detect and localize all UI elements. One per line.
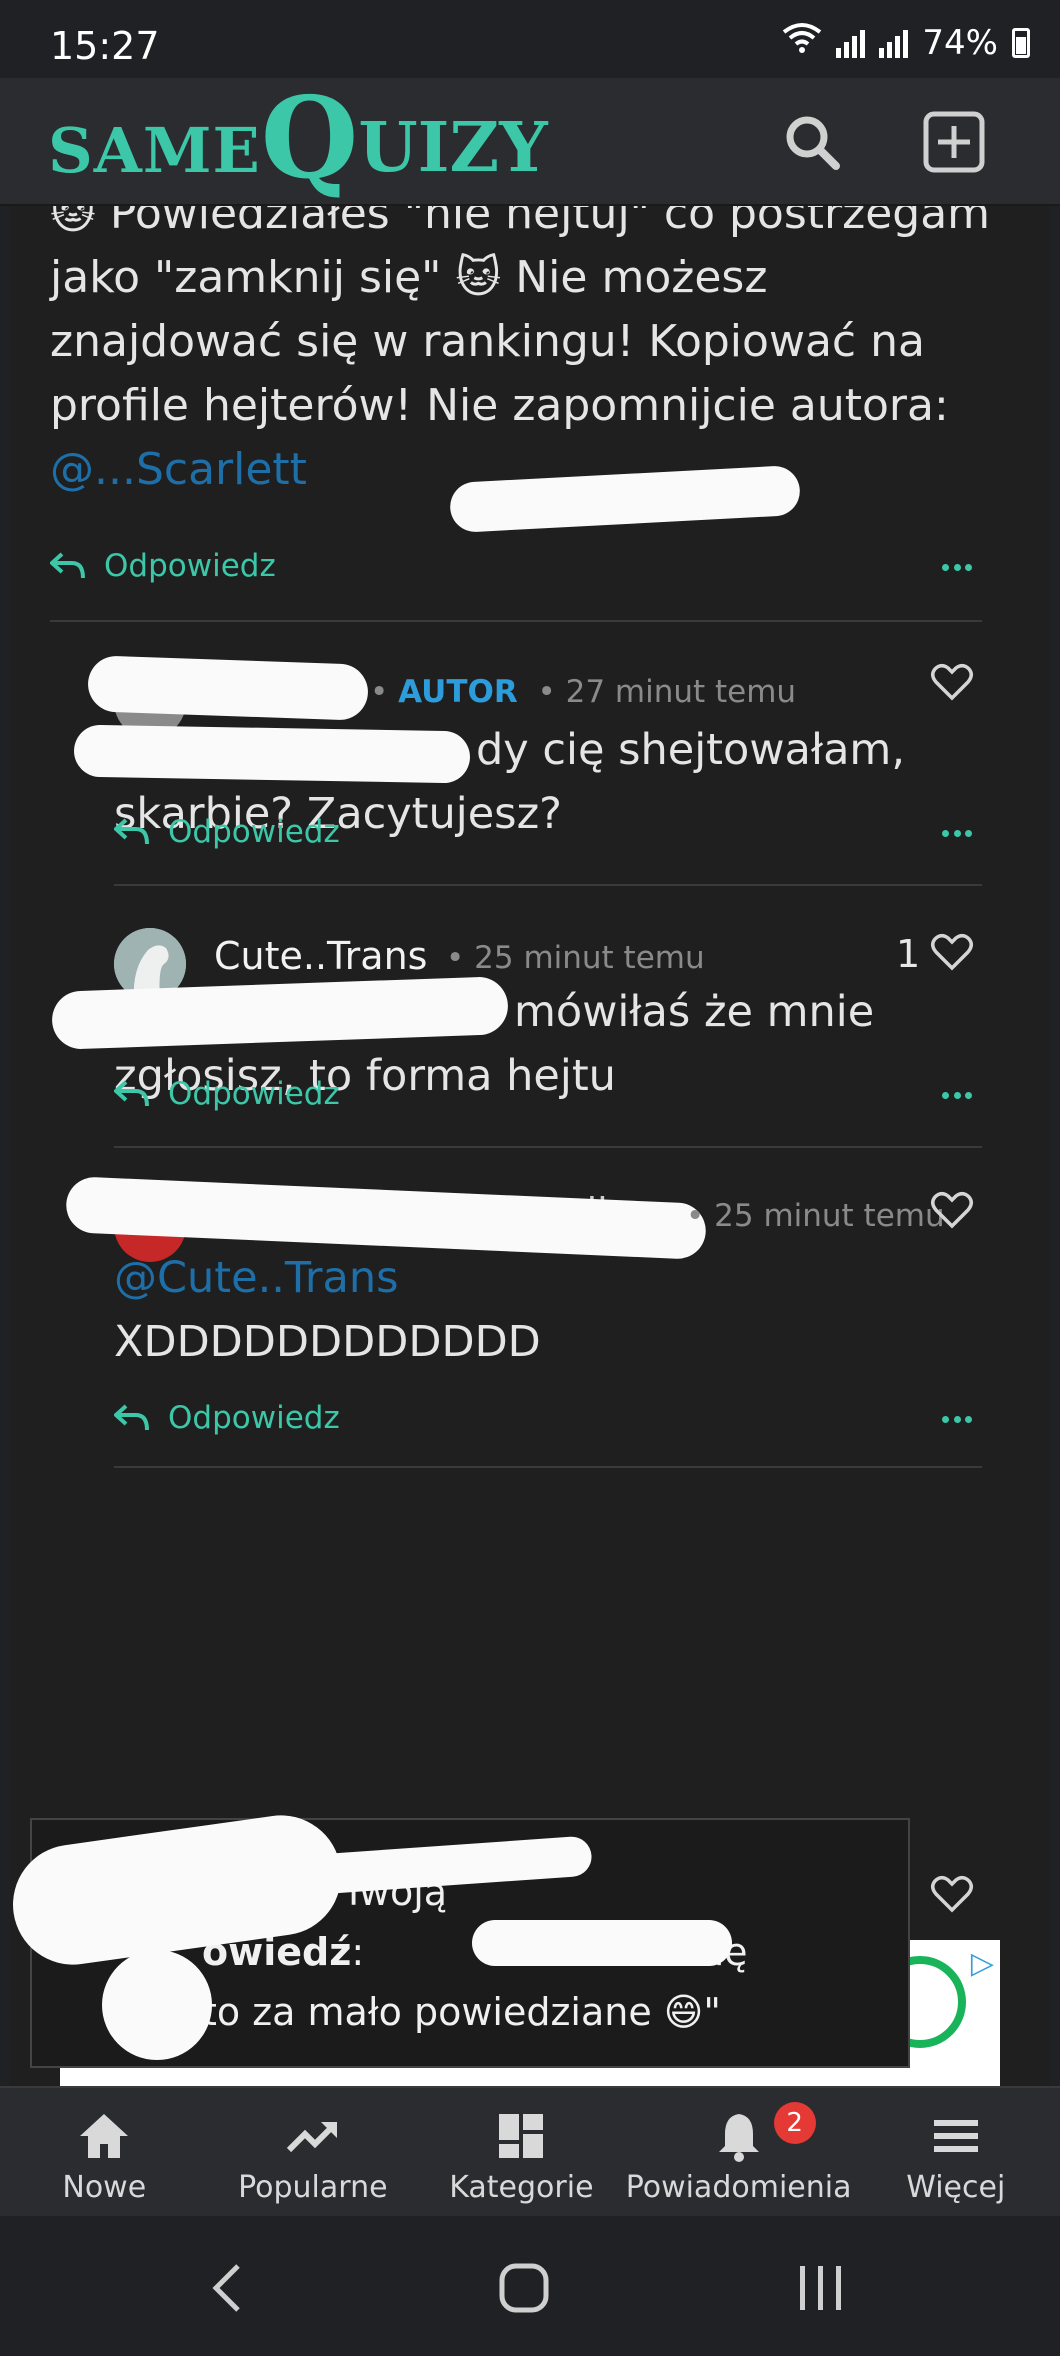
status-bar: 15:27 74% [0,0,1060,78]
heart-icon[interactable] [930,1874,974,1914]
reply-icon [114,1404,149,1431]
nav-item-powiadomienia[interactable]: 2 Powiadomienia [626,2088,851,2216]
wifi-icon [782,22,822,63]
nav-item-popularne[interactable]: Popularne [209,2088,418,2216]
like-count: 1 [896,932,921,976]
redaction [102,1950,212,2060]
menu-icon [933,2120,978,2152]
bell-icon [718,2114,759,2162]
system-navigation [0,2216,1060,2356]
divider [50,620,982,622]
comment-meta: • 25 minut temu [686,1198,945,1234]
redaction [73,724,471,784]
dashboard-icon [499,2114,544,2158]
author-badge: AUTOR [398,674,518,710]
heart-icon[interactable] [930,662,974,702]
more-options-icon[interactable] [942,830,972,838]
nav-item-nowe[interactable]: Nowe [0,2088,209,2216]
comment-meta: • 25 minut temu [446,940,705,976]
redaction [472,1920,732,1966]
app-header: SAME Q UIZY [0,78,1060,206]
trending-icon [286,2122,337,2153]
divider [114,1146,982,1148]
comment-meta: • AUTOR • 27 minut temu [370,674,797,710]
back-icon[interactable] [200,2260,260,2316]
notification-badge: 2 [773,2102,816,2144]
recents-icon[interactable] [790,2260,850,2316]
comments-section: 🐱 Powiedziałeś "nie hejtuj" co postrzega… [10,206,1050,2086]
username[interactable]: Cute..Trans [214,934,427,978]
mention-link[interactable]: @...Scarlett [50,444,307,495]
more-options-icon[interactable] [942,1092,972,1100]
divider [114,884,982,886]
more-options-icon[interactable] [942,564,972,572]
reply-icon [114,818,149,845]
reply-icon [50,552,85,579]
signal-icon [836,28,866,58]
adchoices-icon[interactable]: ▷ [971,1946,994,1981]
nav-item-wiecej[interactable]: Więcej [851,2088,1060,2216]
signal-icon-2 [879,28,909,58]
search-icon[interactable] [780,110,844,174]
status-icons: 74% [782,22,1030,63]
samequizy-logo[interactable]: SAME Q UIZY [48,82,548,196]
heart-icon[interactable] [930,1190,974,1230]
battery-percent: 74% [922,22,998,63]
status-time: 15:27 [50,24,160,68]
comment-text: 🐱 Powiedziałeś "nie hejtuj" co postrzega… [50,206,991,495]
reply-button[interactable]: Odpowiedz [114,814,340,850]
divider [114,1466,982,1468]
redaction [87,655,369,721]
home-button-icon[interactable] [494,2260,554,2316]
battery-icon [1012,27,1030,58]
reply-button[interactable]: Odpowiedz [114,1400,340,1436]
notification-popup[interactable]: Twoją owiedź: trochę to za mało powiedzi… [5,1807,910,2068]
nav-item-kategorie[interactable]: Kategorie [417,2088,626,2216]
heart-icon[interactable] [930,932,974,972]
more-options-icon[interactable] [942,1416,972,1424]
reply-button[interactable]: Odpowiedz [114,1076,340,1112]
mention-link[interactable]: @Cute..Trans [114,1253,399,1303]
reply-button[interactable]: Odpowiedz [50,548,276,584]
bottom-navigation: Nowe Popularne Kategorie 2 Powiadomienia… [0,2086,1060,2216]
comment-text: @Cute..Trans XDDDDDDDDDDDD [114,1253,541,1367]
add-box-icon[interactable] [922,110,986,174]
reply-icon [114,1080,149,1107]
home-icon [80,2114,129,2158]
